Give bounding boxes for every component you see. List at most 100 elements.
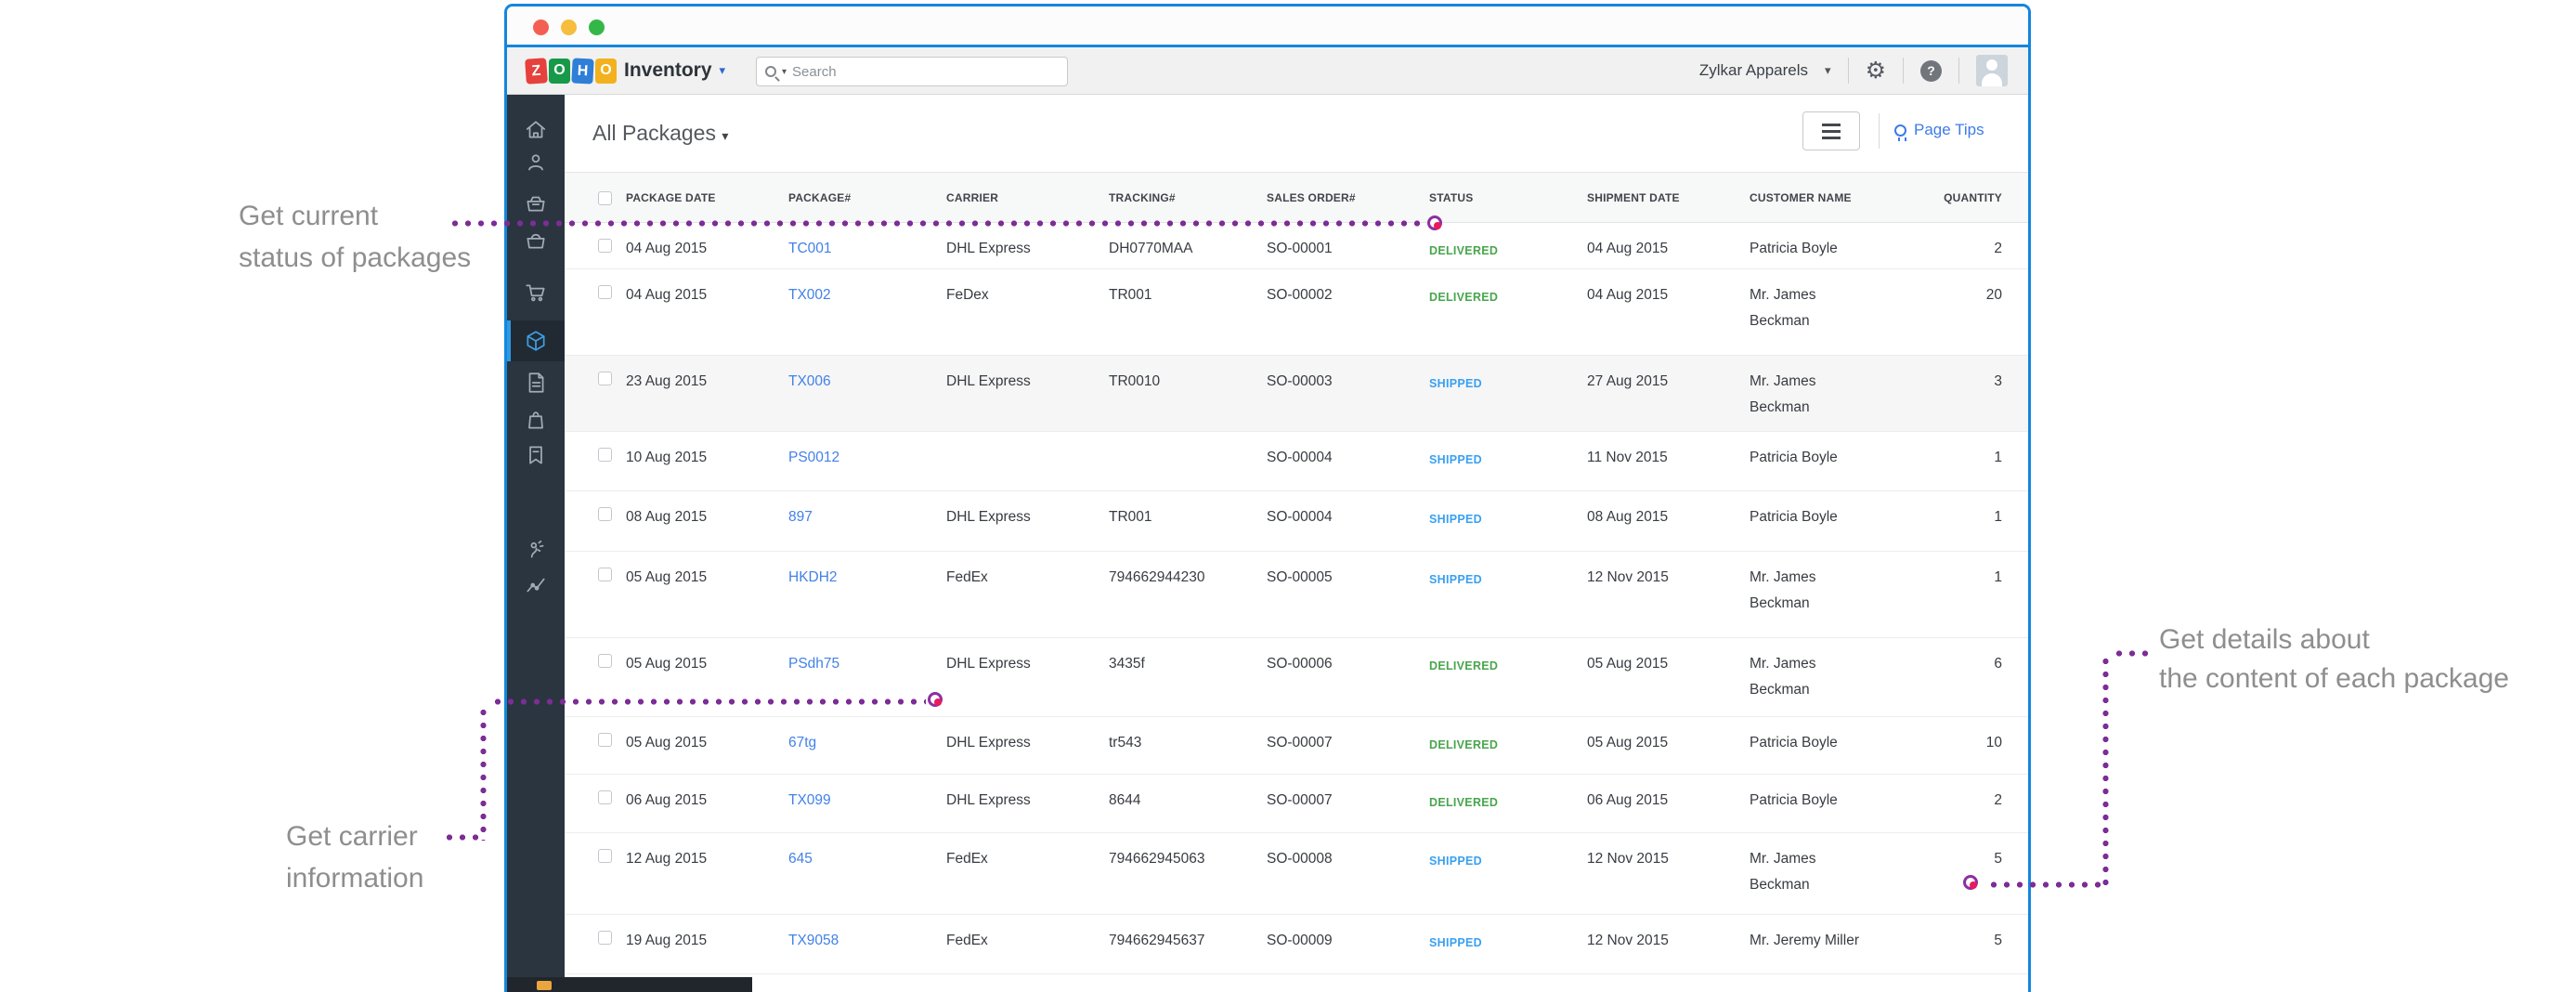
dotted-connector-details: [1987, 881, 2104, 888]
cell-sales_order: SO-00008: [1267, 846, 1333, 872]
cell-carrier: DHL Express: [946, 369, 1031, 395]
column-header-sales_order[interactable]: SALES ORDER#: [1267, 191, 1356, 204]
help-icon[interactable]: ?: [1920, 60, 1942, 82]
table-row[interactable]: 04 Aug 2015TX002FeDexTR001SO-00002DELIVE…: [565, 269, 2028, 356]
column-header-carrier[interactable]: CARRIER: [946, 191, 998, 204]
cell-status: SHIPPED: [1429, 447, 1482, 473]
sidebar-item-contacts[interactable]: [507, 142, 565, 183]
row-checkbox[interactable]: [598, 568, 612, 581]
cell-tracking: TR001: [1109, 282, 1152, 308]
page-tips-button[interactable]: Page Tips: [1894, 121, 1984, 139]
row-checkbox[interactable]: [598, 849, 612, 863]
sidebar-item-item-groups[interactable]: [507, 183, 565, 224]
row-checkbox[interactable]: [598, 733, 612, 747]
annotation-target-details: [1963, 875, 1978, 890]
annotation-carrier-line2: information: [286, 857, 423, 899]
row-checkbox[interactable]: [598, 931, 612, 945]
cell-carrier: FeDex: [946, 282, 989, 308]
row-checkbox[interactable]: [598, 448, 612, 462]
cell-sales_order: SO-00007: [1267, 788, 1333, 814]
cell-quantity: 20: [1986, 282, 2002, 308]
product-caret-icon[interactable]: ▾: [720, 63, 726, 78]
org-name[interactable]: Zylkar Apparels: [1699, 61, 1808, 80]
package-link[interactable]: TX002: [788, 282, 831, 308]
package-link[interactable]: TX099: [788, 788, 831, 814]
column-header-quantity[interactable]: QUANTITY: [1944, 191, 2002, 204]
table-row[interactable]: 04 Aug 2015TC001DHL ExpressDH0770MAASO-0…: [565, 223, 2028, 269]
table-row[interactable]: 06 Aug 2015TX099DHL Express8644SO-00007D…: [565, 775, 2028, 833]
row-checkbox[interactable]: [598, 285, 612, 299]
sidebar-item-sales[interactable]: [507, 272, 565, 313]
org-caret-icon[interactable]: ▾: [1825, 63, 1831, 78]
page-title[interactable]: All Packages ▾: [592, 121, 728, 146]
zoho-logo-letter: Z: [525, 58, 548, 85]
package-link[interactable]: 67tg: [788, 730, 816, 756]
column-header-package_no[interactable]: PACKAGE#: [788, 191, 851, 204]
row-checkbox[interactable]: [598, 239, 612, 253]
cell-quantity: 10: [1986, 730, 2002, 756]
window-minimize-button[interactable]: [561, 20, 577, 35]
package-link[interactable]: TX9058: [788, 928, 839, 954]
sidebar-item-invoices[interactable]: [507, 362, 565, 403]
zoho-logo[interactable]: ZOHO Inventory ▾: [526, 59, 725, 84]
row-checkbox[interactable]: [598, 372, 612, 385]
table-row[interactable]: 19 Aug 2015TX9058FedEx794662945637SO-000…: [565, 915, 2028, 974]
sales-cart-icon: [524, 281, 548, 305]
table-row[interactable]: 05 Aug 201567tgDHL Expresstr543SO-00007D…: [565, 717, 2028, 775]
table-row[interactable]: 12 Aug 2015645FedEx794662945063SO-00008S…: [565, 833, 2028, 915]
sidebar-item-packages[interactable]: [507, 320, 565, 361]
package-link[interactable]: PS0012: [788, 445, 839, 471]
column-header-customer[interactable]: CUSTOMER NAME: [1750, 191, 1903, 204]
cell-customer: Mr. James Beckman: [1750, 565, 1903, 617]
table-row[interactable]: 10 Aug 2015PS0012SO-00004SHIPPED11 Nov 2…: [565, 432, 2028, 491]
page-tips-label: Page Tips: [1914, 121, 1984, 139]
window-close-button[interactable]: [533, 20, 549, 35]
cell-quantity: 5: [1994, 846, 2002, 872]
table-row[interactable]: 23 Aug 2015TX006DHL ExpressTR0010SO-0000…: [565, 356, 2028, 432]
window-titlebar: [507, 7, 2028, 47]
cell-customer: Patricia Boyle: [1750, 788, 1903, 814]
package-link[interactable]: TC001: [788, 236, 832, 262]
packages-icon: [524, 329, 548, 353]
search-box[interactable]: ▾: [756, 57, 1068, 86]
sidebar-item-bookmarks[interactable]: [507, 435, 565, 476]
table-body: 04 Aug 2015TC001DHL ExpressDH0770MAASO-0…: [565, 223, 2028, 974]
cell-status: DELIVERED: [1429, 790, 1498, 816]
column-header-tracking[interactable]: TRACKING#: [1109, 191, 1176, 204]
package-link[interactable]: PSdh75: [788, 651, 839, 677]
annotation-status-line2: status of packages: [239, 237, 471, 279]
package-link[interactable]: HKDH2: [788, 565, 838, 591]
package-link[interactable]: 645: [788, 846, 813, 872]
invoices-icon: [524, 371, 548, 395]
cell-carrier: FedEx: [946, 565, 988, 591]
column-header-status[interactable]: STATUS: [1429, 191, 1473, 204]
package-link[interactable]: 897: [788, 504, 813, 530]
reports-icon: [524, 573, 548, 597]
bulb-icon: [1894, 124, 1906, 137]
cell-status: SHIPPED: [1429, 567, 1482, 593]
user-avatar[interactable]: [1976, 55, 2008, 86]
item-groups-icon: [524, 191, 548, 215]
cell-quantity: 6: [1994, 651, 2002, 677]
zoho-logo-letter: O: [595, 59, 617, 84]
column-header-package_date[interactable]: PACKAGE DATE: [626, 191, 716, 204]
page-title-caret-icon: ▾: [722, 128, 728, 143]
settings-gear-icon[interactable]: ⚙: [1866, 59, 1886, 83]
package-link[interactable]: TX006: [788, 369, 831, 395]
row-checkbox[interactable]: [598, 507, 612, 521]
window-zoom-button[interactable]: [589, 20, 605, 35]
cell-carrier: DHL Express: [946, 236, 1031, 262]
table-row[interactable]: 08 Aug 2015897DHL ExpressTR001SO-00004SH…: [565, 491, 2028, 552]
search-input[interactable]: [792, 64, 1059, 80]
column-header-shipment_date[interactable]: SHIPMENT DATE: [1587, 191, 1680, 204]
sidebar-item-reports[interactable]: [507, 565, 565, 606]
app-header: ZOHO Inventory ▾ ▾ Zylkar Apparels ▾ ⚙ ?: [507, 47, 2028, 95]
row-checkbox[interactable]: [598, 654, 612, 668]
search-scope-caret-icon[interactable]: ▾: [782, 67, 787, 77]
cell-quantity: 1: [1994, 504, 2002, 530]
select-all-checkbox[interactable]: [598, 191, 612, 205]
row-checkbox[interactable]: [598, 790, 612, 804]
table-row[interactable]: 05 Aug 2015PSdh75DHL Express3435fSO-0000…: [565, 638, 2028, 717]
table-row[interactable]: 05 Aug 2015HKDH2FedEx794662944230SO-0000…: [565, 552, 2028, 638]
list-menu-button[interactable]: [1802, 111, 1860, 150]
